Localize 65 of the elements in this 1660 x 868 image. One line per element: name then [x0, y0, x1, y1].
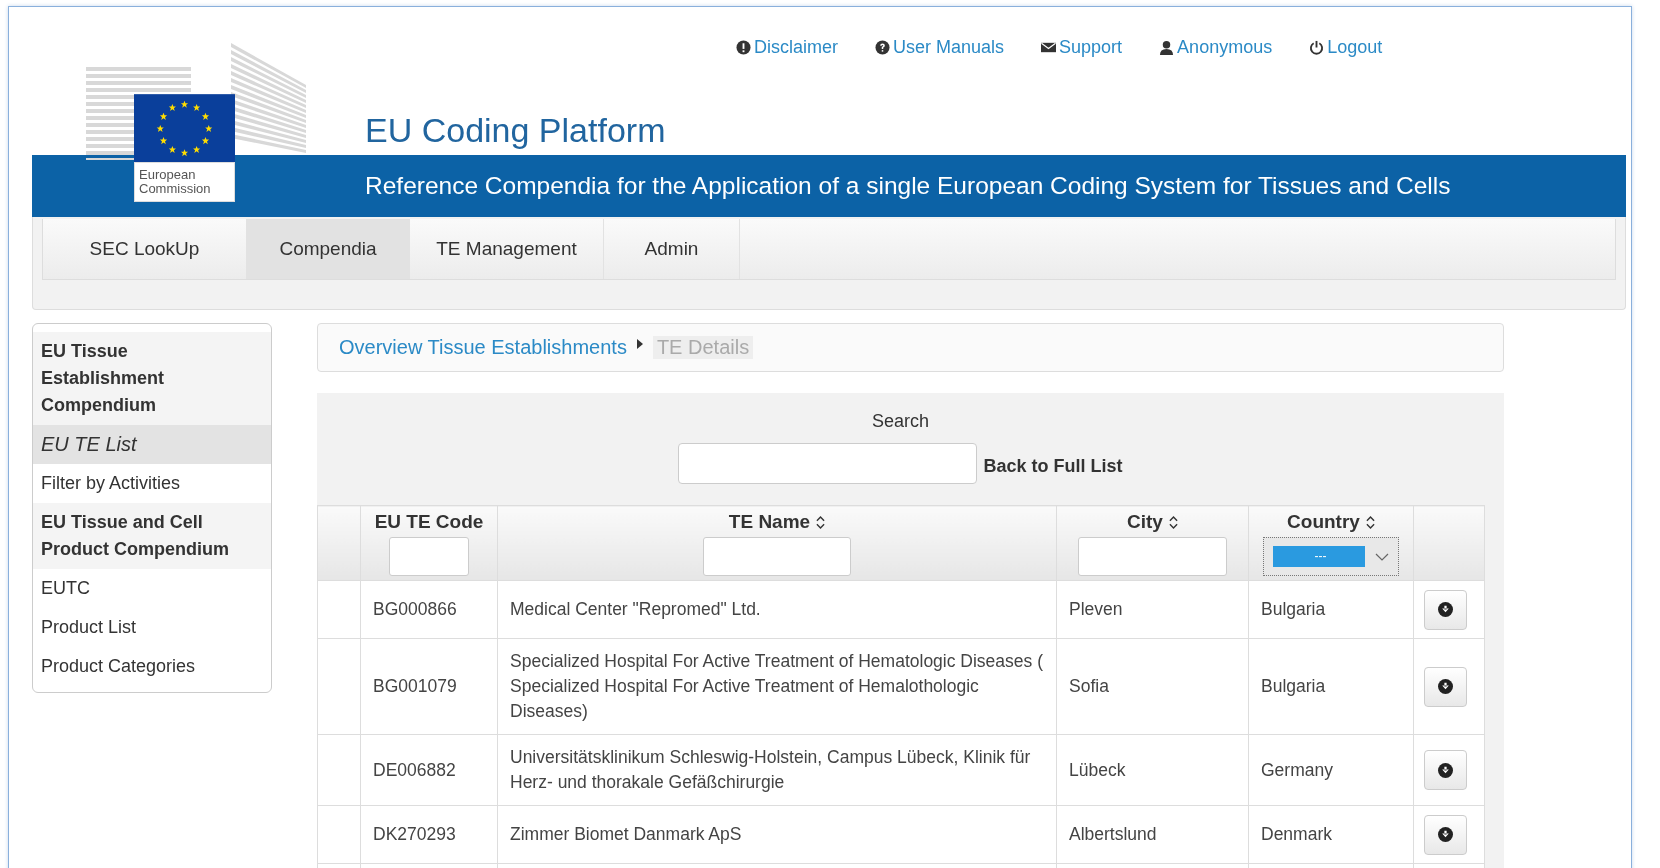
details-button[interactable] [1424, 750, 1467, 790]
column-title[interactable]: City [1127, 511, 1163, 533]
table-cell: Germany [1248, 734, 1414, 806]
column-title[interactable]: TE Name [728, 511, 811, 533]
filter-field[interactable] [703, 537, 851, 576]
filter-field[interactable] [1078, 537, 1227, 576]
sidebar-item[interactable]: EU TE List [33, 425, 271, 464]
table-cell: Specialized Hospital For Active Treatment of Hematologic Diseases ( Specialized Hospital For Active Treatment of Hemalothologic Diseases) [497, 638, 1057, 735]
table-cell: BG000866 [360, 580, 498, 639]
details-button[interactable] [1424, 589, 1467, 630]
table-cell: DK270293 [360, 805, 498, 864]
sort-icon[interactable] [1365, 515, 1375, 529]
details-button[interactable] [1424, 666, 1467, 707]
table-cell: Medical Center "Repromed" Ltd. [497, 580, 1057, 639]
table-cell: Bulgaria [1248, 638, 1414, 735]
search-label: Search [870, 411, 930, 432]
circle-arrow-down-icon [1438, 827, 1453, 842]
envelope-icon [1041, 40, 1057, 55]
sidebar-heading: EU Tissue Establishment Compendium [33, 332, 271, 425]
power-icon [1309, 40, 1325, 55]
breadcrumb-link[interactable]: Overview Tissue Establishments [339, 336, 627, 359]
sort-icon[interactable] [816, 515, 826, 529]
breadcrumb-current: TE Details [652, 336, 754, 359]
sidebar-item[interactable]: Product List [33, 608, 271, 647]
circle-arrow-down-icon [1438, 679, 1453, 694]
table-cell: BG001079 [360, 638, 498, 735]
sort-icon[interactable] [1168, 515, 1178, 529]
table-cell: Lübeck [1056, 734, 1249, 806]
nav-tab[interactable]: TE Management [410, 219, 604, 279]
help-icon [875, 40, 890, 55]
header-link[interactable]: Anonymous [1159, 37, 1273, 58]
nav-tab[interactable]: Compendia [247, 219, 410, 279]
filter-field[interactable] [389, 537, 469, 576]
circle-arrow-down-icon [1438, 762, 1453, 778]
table-cell: Albertslund [1056, 805, 1249, 864]
caret-icon [636, 338, 643, 349]
header-link[interactable]: User Manuals [875, 37, 1005, 58]
table-cell: Zimmer Biomet Danmark ApS [497, 805, 1057, 864]
nav-tab[interactable]: Admin [604, 219, 740, 279]
logo-text: European Commission [139, 168, 212, 196]
header-link[interactable]: Logout [1309, 37, 1383, 58]
chevron-down-icon [1375, 552, 1389, 561]
sidebar-heading: EU Tissue and Cell Product Compendium [33, 503, 271, 569]
table-cell: Universitätsklinikum Schleswig-Holstein, Campus Lübeck, Klinik für Herz- und thorakale Gefäßchirurgie [497, 734, 1057, 806]
header-link[interactable]: Support [1041, 37, 1123, 58]
sidebar-item[interactable]: EUTC [33, 569, 271, 608]
table-cell: Denmark [1248, 805, 1414, 864]
site-subtitle: Reference Compendia for the Application of a single European Coding System for Tissues and Cells [365, 172, 1451, 200]
table-cell: Bulgaria [1248, 580, 1414, 639]
table-cell: DE006882 [360, 734, 498, 806]
sidebar-item[interactable]: Filter by Activities [33, 464, 271, 503]
back-to-list-link[interactable]: Back to Full List [983, 450, 1123, 477]
header-link[interactable]: Disclaimer [736, 37, 838, 58]
column-title[interactable]: EU TE Code [374, 511, 484, 533]
details-button[interactable] [1424, 814, 1467, 855]
search-field[interactable] [678, 443, 978, 484]
table-cell: Sofia [1056, 638, 1249, 735]
table-cell: Pleven [1056, 580, 1249, 639]
eu-flag-icon [134, 94, 235, 163]
circle-arrow-down-icon [1438, 602, 1453, 617]
user-icon [1159, 40, 1175, 55]
sidebar-item[interactable]: Product Categories [33, 647, 271, 686]
exclamation-icon [736, 40, 751, 55]
site-title: EU Coding Platform [365, 111, 666, 150]
column-title[interactable]: Country [1287, 511, 1360, 533]
